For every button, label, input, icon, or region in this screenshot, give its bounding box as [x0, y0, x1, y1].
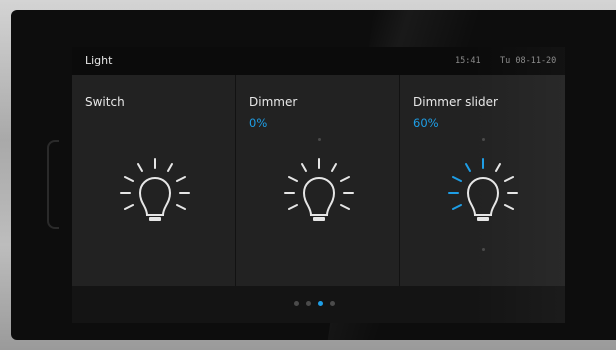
page-title: Light — [85, 54, 113, 67]
clock: 15:41 — [455, 56, 481, 66]
page-indicator[interactable] — [294, 301, 335, 306]
light-bulb-icon — [448, 158, 518, 221]
tile-dimmer[interactable]: Dimmer 0% — [236, 75, 399, 286]
tile-switch[interactable]: Switch — [72, 75, 235, 286]
status-bar: Light 15:41 Tu 08-11-20 — [72, 47, 565, 75]
tile-label: Switch — [85, 95, 125, 109]
light-bulb-icon — [120, 158, 190, 221]
page-dot-active[interactable] — [318, 301, 323, 306]
tile-dimmer-slider[interactable]: Dimmer slider 60% — [400, 75, 565, 286]
date: Tu 08-11-20 — [500, 56, 557, 66]
dimmer-slider-value: 60% — [413, 116, 439, 130]
bezel-side-button — [47, 140, 59, 229]
dimmer-value: 0% — [249, 116, 268, 130]
page-dot[interactable] — [330, 301, 335, 306]
page-dot[interactable] — [294, 301, 299, 306]
footer-bar — [72, 286, 565, 323]
light-bulb-icon — [284, 158, 354, 221]
slider-top-indicator[interactable] — [482, 138, 485, 141]
slider-bottom-indicator[interactable] — [482, 248, 485, 251]
tile-label: Dimmer slider — [413, 95, 498, 109]
touch-screen: Light 15:41 Tu 08-11-20 Switch Dimmer 0%… — [72, 47, 565, 323]
dimmer-up-indicator[interactable] — [318, 138, 321, 141]
page-dot[interactable] — [306, 301, 311, 306]
tile-label: Dimmer — [249, 95, 298, 109]
